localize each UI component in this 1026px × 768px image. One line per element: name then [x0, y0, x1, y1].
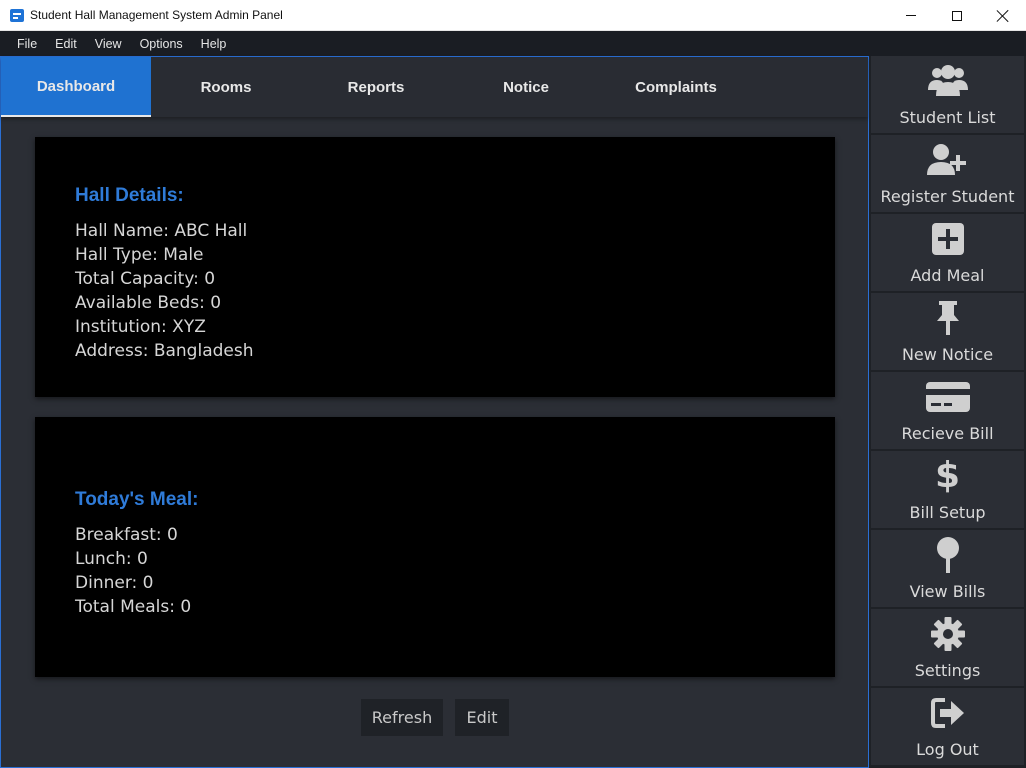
close-icon [997, 10, 1009, 22]
sidebar-label: Settings [914, 661, 981, 680]
sidebar-item-log-out[interactable]: Log Out [871, 688, 1024, 765]
sidebar-item-bill-setup[interactable]: $ Bill Setup [871, 451, 1024, 528]
app-icon [10, 9, 24, 22]
maximize-icon [952, 10, 962, 21]
minimize-icon [906, 15, 916, 16]
sidebar-item-student-list[interactable]: Student List [871, 56, 1024, 133]
menu-bar: File Edit View Options Help [0, 31, 1026, 56]
tab-rooms[interactable]: Rooms [151, 57, 301, 117]
tab-bar: Dashboard Rooms Reports Notice Complaint… [1, 57, 868, 117]
hall-name: Hall Name: ABC Hall [75, 221, 248, 241]
sidebar-label: Register Student [880, 187, 1015, 206]
sidebar-label: Log Out [916, 740, 979, 759]
address: Address: Bangladesh [75, 341, 254, 361]
thumbtack-icon [871, 299, 1024, 337]
dinner-count: Dinner: 0 [75, 573, 154, 593]
close-button[interactable] [980, 0, 1026, 31]
sidebar-item-add-meal[interactable]: Add Meal [871, 214, 1024, 291]
hall-type: Hall Type: Male [75, 245, 204, 265]
plus-square-icon [871, 220, 1024, 258]
breakfast-count: Breakfast: 0 [75, 525, 178, 545]
edit-button[interactable]: Edit [455, 699, 509, 736]
maximize-button[interactable] [934, 0, 980, 31]
hall-details-card: Hall Details: Hall Name: ABC Hall Hall T… [35, 137, 835, 397]
dollar-icon: $ [934, 455, 961, 496]
main-panel: Dashboard Rooms Reports Notice Complaint… [0, 56, 869, 768]
sidebar: Student List Register Student Add Meal N… [869, 56, 1026, 768]
total-meals: Total Meals: 0 [75, 597, 192, 617]
menu-view[interactable]: View [86, 37, 131, 51]
total-capacity: Total Capacity: 0 [75, 269, 216, 289]
lunch-count: Lunch: 0 [75, 549, 148, 569]
todays-meal-card: Today's Meal: Breakfast: 0 Lunch: 0 Dinn… [35, 417, 835, 677]
sidebar-item-view-bills[interactable]: View Bills [871, 530, 1024, 607]
menu-options[interactable]: Options [131, 37, 192, 51]
sidebar-label: View Bills [909, 582, 986, 601]
tab-reports[interactable]: Reports [301, 57, 451, 117]
menu-edit[interactable]: Edit [46, 37, 86, 51]
sidebar-item-register-student[interactable]: Register Student [871, 135, 1024, 212]
sidebar-item-settings[interactable]: Settings [871, 609, 1024, 686]
user-plus-icon [871, 141, 1024, 179]
sign-out-icon [871, 694, 1024, 732]
sidebar-label: Student List [899, 108, 996, 127]
sidebar-label: Bill Setup [909, 503, 986, 522]
map-pin-icon [871, 536, 1024, 574]
gear-icon [871, 615, 1024, 653]
institution: Institution: XYZ [75, 317, 206, 337]
hall-details-title: Hall Details: [75, 185, 184, 206]
users-icon [871, 62, 1024, 100]
tab-notice[interactable]: Notice [451, 57, 601, 117]
credit-card-icon [871, 378, 1024, 416]
title-bar: Student Hall Management System Admin Pan… [0, 0, 1026, 31]
sidebar-item-new-notice[interactable]: New Notice [871, 293, 1024, 370]
minimize-button[interactable] [888, 0, 934, 31]
menu-help[interactable]: Help [192, 37, 236, 51]
menu-file[interactable]: File [8, 37, 46, 51]
todays-meal-title: Today's Meal: [75, 489, 199, 510]
refresh-button[interactable]: Refresh [361, 699, 443, 736]
window-title: Student Hall Management System Admin Pan… [30, 8, 283, 22]
available-beds: Available Beds: 0 [75, 293, 222, 313]
tab-dashboard[interactable]: Dashboard [1, 57, 151, 117]
tab-complaints[interactable]: Complaints [601, 57, 751, 117]
sidebar-label: Add Meal [910, 266, 985, 285]
sidebar-item-recieve-bill[interactable]: Recieve Bill [871, 372, 1024, 449]
sidebar-label: Recieve Bill [901, 424, 994, 443]
sidebar-label: New Notice [901, 345, 994, 364]
